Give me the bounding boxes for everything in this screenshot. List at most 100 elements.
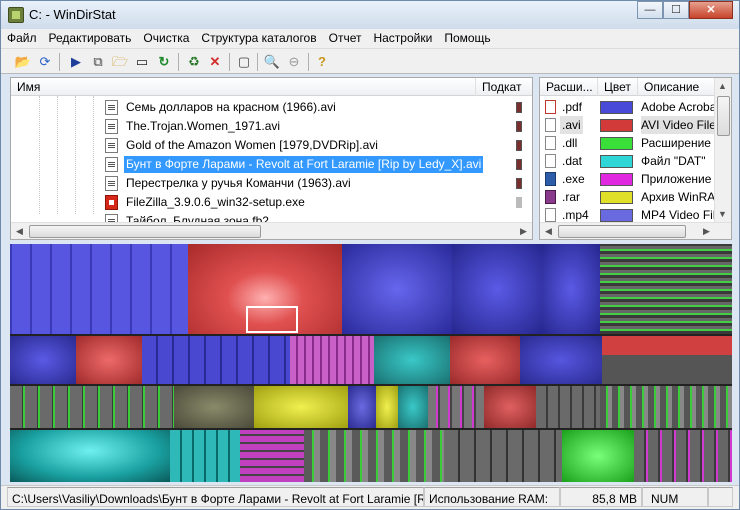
toolbar-separator <box>229 53 230 71</box>
treemap-block-avi[interactable] <box>450 336 520 384</box>
avi-file-icon <box>105 119 118 134</box>
tree-row[interactable]: Семь долларов на красном (1966).avi <box>11 98 532 117</box>
treemap-block-misc[interactable] <box>174 386 254 428</box>
scrollbar-thumb[interactable] <box>558 225 686 238</box>
tree-row[interactable]: FileZilla_3.9.0.6_win32-setup.exe <box>11 193 532 212</box>
scroll-down-arrow-icon[interactable]: ▼ <box>716 208 729 221</box>
treemap-block-pdf[interactable] <box>542 244 600 334</box>
refresh-selected-icon[interactable]: ↻ <box>155 53 173 71</box>
close-button[interactable]: ✕ <box>689 1 733 19</box>
scrollbar-thumb[interactable] <box>29 225 261 238</box>
tree-row[interactable]: The.Trojan.Women_1971.avi <box>11 117 532 136</box>
explorer-icon[interactable]: 🗁 <box>111 53 129 71</box>
extension-row[interactable]: .rar Архив WinRAR <box>540 188 717 206</box>
minimize-button[interactable]: — <box>637 1 663 19</box>
play-icon[interactable]: ▶ <box>67 53 85 71</box>
toolbar-separator <box>59 53 60 71</box>
zoom-in-icon[interactable]: 🔍 <box>263 53 281 71</box>
menu-report[interactable]: Отчет <box>323 29 368 48</box>
horizontal-scrollbar[interactable]: ◀ ▶ <box>11 222 532 239</box>
open-icon[interactable]: 📂 <box>14 53 32 71</box>
treemap-block-dat[interactable] <box>374 336 450 384</box>
extension-row-selected[interactable]: .avi AVI Video File <box>540 116 717 134</box>
treemap-block-misc[interactable] <box>10 386 174 428</box>
treemap-block-mixed[interactable] <box>602 336 732 384</box>
properties-icon[interactable]: ▢ <box>235 53 253 71</box>
column-color-header[interactable]: Цвет <box>598 78 638 96</box>
treemap-block-rar[interactable] <box>376 386 398 428</box>
window-controls: — ☐ ✕ <box>637 1 733 21</box>
color-swatch <box>600 137 633 150</box>
treemap-block-mp4[interactable] <box>342 244 452 334</box>
avi-file-icon <box>105 176 118 191</box>
treemap-block-avi[interactable] <box>76 336 142 384</box>
scrollbar-thumb[interactable] <box>717 96 730 136</box>
treemap-block-dll-cluster[interactable] <box>304 430 444 482</box>
recycle-bin-icon[interactable]: ♻ <box>185 53 203 71</box>
scroll-right-arrow-icon[interactable]: ▶ <box>517 225 530 238</box>
treemap[interactable] <box>10 244 732 482</box>
menu-help[interactable]: Помощь <box>438 29 496 48</box>
copy-path-icon[interactable]: ⧉ <box>89 53 107 71</box>
extension-row[interactable]: .exe Приложение <box>540 170 716 188</box>
zoom-out-icon[interactable]: ⊖ <box>285 53 303 71</box>
app-window: C: - WinDirStat — ☐ ✕ Файл Редактировать… <box>0 0 740 510</box>
treemap-block-pdf[interactable] <box>520 336 602 384</box>
treemap-block-pdf[interactable] <box>10 336 76 384</box>
treemap-block-pdf[interactable] <box>452 244 542 334</box>
treemap-block-misc[interactable] <box>428 386 484 428</box>
maximize-button[interactable]: ☐ <box>663 1 689 19</box>
treemap-block-misc[interactable] <box>444 430 562 482</box>
vertical-scrollbar[interactable]: ▲ ▼ <box>714 78 731 223</box>
treemap-block-pdf[interactable] <box>10 244 188 334</box>
menu-bar: Файл Редактировать Очистка Структура кат… <box>1 29 739 48</box>
tree-row-selected[interactable]: Бунт в Форте Ларами - Revolt at Fort Lar… <box>11 155 532 174</box>
treemap-block-rar[interactable] <box>254 386 348 428</box>
treemap-block-dat[interactable] <box>398 386 428 428</box>
tree-row[interactable]: Перестрелка у ручья Команчи (1963).avi <box>11 174 532 193</box>
treemap-block-dll-cluster[interactable] <box>600 386 732 428</box>
extension-row[interactable]: .dat Файл "DAT" <box>540 152 716 170</box>
treemap-block-exe[interactable] <box>240 430 304 482</box>
help-icon[interactable]: ? <box>313 53 331 71</box>
menu-options[interactable]: Настройки <box>367 29 438 48</box>
extension-list[interactable]: Расши... Цвет Описание .pdf Adobe Acroba… <box>539 77 732 240</box>
scroll-right-arrow-icon[interactable]: ▶ <box>700 225 713 238</box>
menu-cleanup[interactable]: Очистка <box>137 29 195 48</box>
menu-edit[interactable]: Редактировать <box>43 29 138 48</box>
treemap-block-dat[interactable] <box>170 430 240 482</box>
extension-row[interactable]: .pdf Adobe Acrobat <box>540 98 717 116</box>
treemap-block-misc[interactable] <box>536 386 600 428</box>
column-subtree-header[interactable]: Подкат <box>476 78 532 96</box>
treemap-block-mp4[interactable] <box>142 336 290 384</box>
delete-icon[interactable]: ✕ <box>206 53 224 71</box>
refresh-all-icon[interactable]: ⟳ <box>36 53 54 71</box>
scroll-left-arrow-icon[interactable]: ◀ <box>13 225 26 238</box>
menu-file[interactable]: Файл <box>1 29 43 48</box>
treemap-block-dat[interactable] <box>10 430 170 482</box>
treemap-block-dll-cluster[interactable] <box>600 244 732 334</box>
scroll-left-arrow-icon[interactable]: ◀ <box>542 225 555 238</box>
tree-row-label: Семь долларов на красном (1966).avi <box>126 100 336 114</box>
treemap-block-avi[interactable] <box>484 386 536 428</box>
column-extension-header[interactable]: Расши... <box>540 78 598 96</box>
column-name-header[interactable]: Имя <box>11 78 476 96</box>
menu-treemap[interactable]: Структура каталогов <box>195 29 322 48</box>
subtree-bar <box>516 121 522 132</box>
status-resize-grip[interactable] <box>708 487 733 507</box>
command-prompt-icon[interactable]: ▭ <box>133 53 151 71</box>
tree-row[interactable]: Gold of the Amazon Women [1979,DVDRip].a… <box>11 136 532 155</box>
treemap-block-dll[interactable] <box>562 430 634 482</box>
tree-row[interactable]: Тайбол, Блудная зона fb2 <box>11 212 532 222</box>
column-description-header[interactable]: Описание <box>638 78 716 96</box>
title-bar[interactable]: C: - WinDirStat — ☐ ✕ <box>1 1 739 29</box>
treemap-block-exe[interactable] <box>290 336 374 384</box>
treemap-block-pdf[interactable] <box>348 386 376 428</box>
tree-row-label: Бунт в Форте Ларами - Revolt at Fort Lar… <box>124 156 484 173</box>
treemap-block-misc[interactable] <box>634 430 732 482</box>
horizontal-scrollbar[interactable]: ◀ ▶ <box>540 222 731 239</box>
scroll-up-arrow-icon[interactable]: ▲ <box>716 80 729 93</box>
extension-row[interactable]: .dll Расширение п <box>540 134 717 152</box>
directory-tree[interactable]: Имя Подкат Семь долларов на красном (196… <box>10 77 533 240</box>
color-swatch <box>600 101 633 114</box>
